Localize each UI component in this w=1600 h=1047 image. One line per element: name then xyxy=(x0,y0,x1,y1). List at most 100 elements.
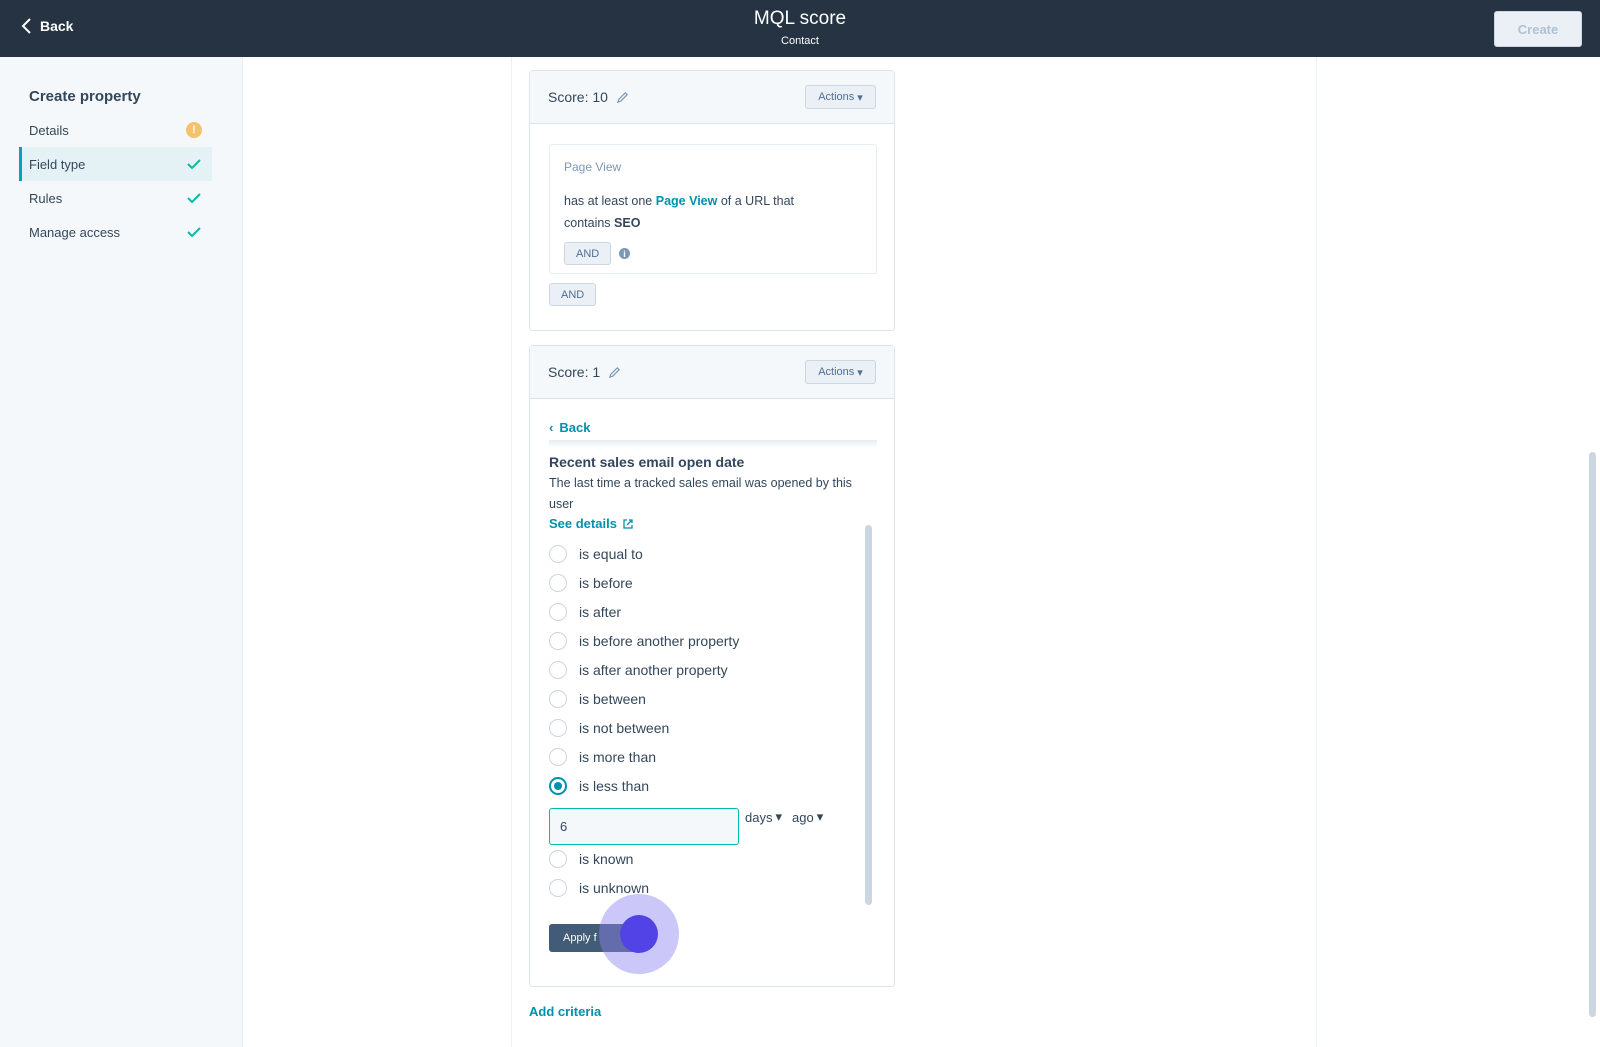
sidebar-item-label: Manage access xyxy=(29,224,121,240)
actions-label: Actions xyxy=(818,91,855,103)
option-is-after[interactable]: is after xyxy=(549,603,621,621)
option-is-after-another-property[interactable]: is after another property xyxy=(549,661,728,679)
direction-dropdown[interactable]: ago ▾ xyxy=(792,809,823,825)
warning-icon: ! xyxy=(186,122,202,138)
top-bar: Back MQL score Contact Create xyxy=(0,0,1600,57)
column-divider xyxy=(1316,57,1317,1047)
score-value: Score: 10 xyxy=(548,89,608,105)
column-divider xyxy=(511,57,512,1047)
page-title: MQL score xyxy=(753,8,847,29)
sidebar-item-rules[interactable]: Rules xyxy=(19,181,212,215)
check-icon xyxy=(187,193,201,204)
radio-button[interactable] xyxy=(549,690,567,708)
property-description: The last time a tracked sales email was … xyxy=(549,476,852,511)
title-area: MQL score Contact xyxy=(0,8,1600,47)
unit-dropdown[interactable]: days ▾ xyxy=(745,809,782,825)
filter-panel: Recent sales email open date The last ti… xyxy=(549,440,877,918)
page-scrollbar[interactable] xyxy=(1589,452,1596,1017)
option-is-before-another-property[interactable]: is before another property xyxy=(549,632,739,650)
radio-button-selected[interactable] xyxy=(549,777,567,795)
option-label: is not between xyxy=(579,720,670,736)
sidebar-item-label: Field type xyxy=(29,156,86,172)
actions-dropdown[interactable]: Actions ▾ xyxy=(805,360,876,384)
chevron-left-icon: ‹ xyxy=(549,420,554,435)
criterion-contains: contains xyxy=(564,216,611,230)
direction-dropdown-label: ago xyxy=(792,809,814,825)
score-group-card: Score: 1 Actions ▾ ‹ Back Recent sales e… xyxy=(529,345,895,987)
sidebar-item-manage-access[interactable]: Manage access xyxy=(19,215,212,249)
and-outer-button[interactable]: AND xyxy=(549,283,597,306)
sidebar-item-field-type[interactable]: Field type xyxy=(19,147,212,181)
radio-button[interactable] xyxy=(549,661,567,679)
caret-down-icon: ▾ xyxy=(816,809,824,824)
option-label: is more than xyxy=(579,749,657,765)
check-icon xyxy=(187,227,201,238)
main-content xyxy=(243,57,1600,1047)
option-is-not-between[interactable]: is not between xyxy=(549,719,669,737)
option-is-between[interactable]: is between xyxy=(549,690,646,708)
unit-dropdown-label: days xyxy=(745,809,773,825)
score-group-card: Score: 10 Actions ▾ Page View has at lea… xyxy=(529,70,895,331)
and-inner-button[interactable]: AND xyxy=(564,242,612,265)
option-label: is after another property xyxy=(579,662,728,678)
radio-button[interactable] xyxy=(549,632,567,650)
option-label: is equal to xyxy=(579,546,643,562)
actions-label: Actions xyxy=(818,366,855,378)
option-label: is before another property xyxy=(579,633,740,649)
criterion-link[interactable]: Page View xyxy=(656,194,718,208)
option-label: is before xyxy=(579,575,633,591)
filter-back-link[interactable]: ‹ Back xyxy=(549,420,590,435)
option-is-equal-to[interactable]: is equal to xyxy=(549,545,643,563)
click-cursor xyxy=(620,915,658,953)
option-label: is after xyxy=(579,604,622,620)
option-is-more-than[interactable]: is more than xyxy=(549,748,656,766)
property-title: Recent sales email open date xyxy=(549,454,745,470)
pencil-icon[interactable] xyxy=(608,366,621,379)
caret-down-icon: ▾ xyxy=(857,91,863,104)
add-criteria-link[interactable]: Add criteria xyxy=(529,1004,601,1019)
score-label[interactable]: Score: 10 xyxy=(548,89,629,105)
criterion-value: SEO xyxy=(614,216,641,230)
criterion-middle: of a URL that xyxy=(720,194,795,208)
score-group-header: Score: 10 Actions ▾ xyxy=(530,71,894,124)
panel-scrollbar[interactable] xyxy=(865,525,872,905)
option-is-before[interactable]: is before xyxy=(549,574,633,592)
radio-button[interactable] xyxy=(549,719,567,737)
actions-dropdown[interactable]: Actions ▾ xyxy=(805,85,876,109)
radio-button[interactable] xyxy=(549,545,567,563)
criterion-type: Page View xyxy=(564,160,622,174)
pencil-icon[interactable] xyxy=(616,91,629,104)
sidebar-item-label: Rules xyxy=(29,190,63,206)
days-value-input[interactable]: 6 xyxy=(549,808,739,845)
option-is-less-than[interactable]: is less than xyxy=(549,777,649,795)
radio-button[interactable] xyxy=(549,603,567,621)
criterion-box[interactable]: Page View has at least one Page View of … xyxy=(549,144,877,274)
sidebar-item-label: Details xyxy=(29,122,69,138)
sidebar-item-details[interactable]: Details ! xyxy=(19,113,212,147)
score-label[interactable]: Score: 1 xyxy=(548,364,621,380)
option-label: is less than xyxy=(579,778,650,794)
radio-button[interactable] xyxy=(549,748,567,766)
criterion-text: has at least one Page View of a URL that… xyxy=(564,190,864,234)
option-label: is between xyxy=(579,691,646,707)
check-icon xyxy=(187,159,201,170)
score-group-header: Score: 1 Actions ▾ xyxy=(530,346,894,399)
score-value: Score: 1 xyxy=(548,364,601,380)
radio-button[interactable] xyxy=(549,879,567,897)
sidebar-title: Create property xyxy=(29,88,141,105)
caret-down-icon: ▾ xyxy=(857,366,863,379)
page-subtitle: Contact xyxy=(781,35,819,47)
option-label: is known xyxy=(579,851,634,867)
caret-down-icon: ▾ xyxy=(775,809,782,824)
radio-button[interactable] xyxy=(549,850,567,868)
info-icon[interactable]: i xyxy=(619,248,630,259)
create-button[interactable]: Create xyxy=(1494,11,1582,47)
filter-back-label: Back xyxy=(559,420,591,435)
see-details-label: See details xyxy=(549,516,617,531)
radio-button[interactable] xyxy=(549,574,567,592)
sidebar: Create property Details ! Field type Rul… xyxy=(0,57,243,1047)
option-is-known[interactable]: is known xyxy=(549,850,633,868)
external-link-icon xyxy=(623,518,633,529)
criterion-prefix: has at least one xyxy=(564,194,653,208)
see-details-link[interactable]: See details xyxy=(549,516,634,531)
